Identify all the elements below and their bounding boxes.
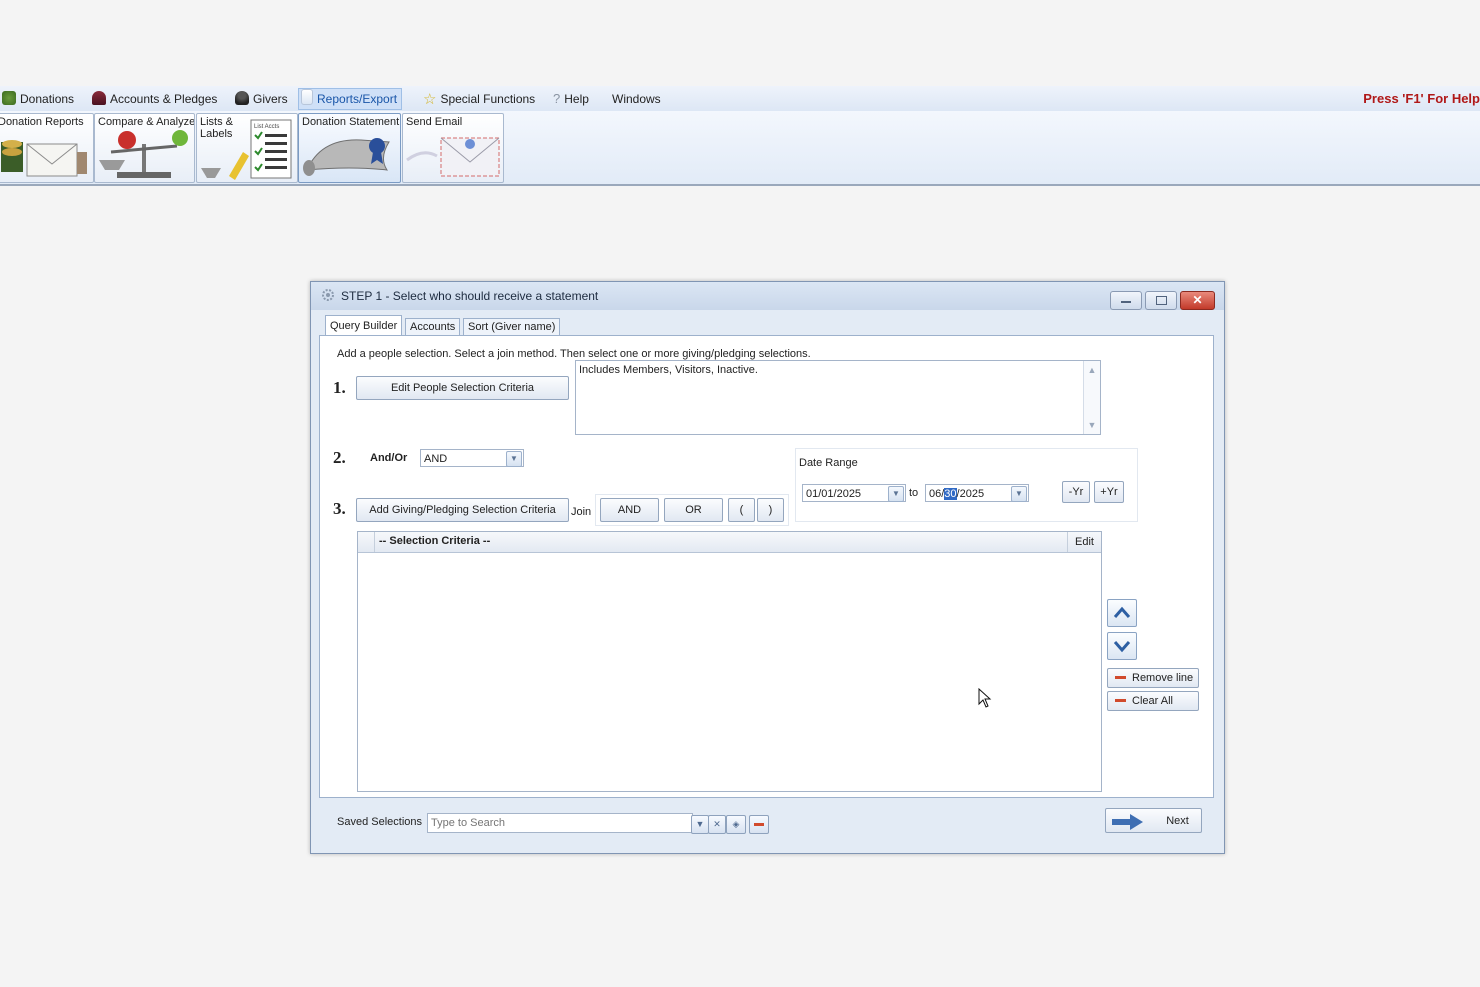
close-paren-button[interactable]: ) xyxy=(757,498,784,522)
donations-icon xyxy=(2,91,16,105)
grid-row-selector[interactable] xyxy=(358,532,375,552)
edit-people-selection-button[interactable]: Edit People Selection Criteria xyxy=(356,376,569,400)
piggy-bank-icon xyxy=(92,91,106,105)
add-giving-pledging-button[interactable]: Add Giving/Pledging Selection Criteria xyxy=(356,498,569,522)
menu-windows[interactable]: Windows xyxy=(612,90,661,108)
scroll-up-icon[interactable]: ▲ xyxy=(1087,365,1097,375)
date-range-group: Date Range 01/01/2025 ▼ to 06/30/2025 ▼ … xyxy=(795,448,1138,522)
envelope-coins-icon xyxy=(1,140,87,177)
menu-givers[interactable]: Givers xyxy=(235,90,288,108)
star-icon: ☆ xyxy=(423,91,437,108)
x-icon: ✕ xyxy=(713,819,721,829)
toolbar-send-email[interactable]: Send Email xyxy=(402,113,504,183)
saved-delete-button[interactable] xyxy=(749,815,769,834)
tab-query-builder[interactable]: Query Builder xyxy=(325,315,403,337)
dialog-title: STEP 1 - Select who should receive a sta… xyxy=(341,289,599,303)
chevron-up-icon xyxy=(1113,606,1131,618)
people-selection-summary: Includes Members, Visitors, Inactive. ▲ … xyxy=(575,360,1101,435)
saved-save-button[interactable]: ◈ xyxy=(726,815,746,834)
arrow-right-icon xyxy=(1112,814,1143,830)
person-icon xyxy=(235,91,249,105)
grid-header: -- Selection Criteria -- Edit xyxy=(358,532,1101,553)
calendar-dropdown-icon[interactable]: ▼ xyxy=(888,486,904,502)
scroll-certificate-icon xyxy=(303,138,390,176)
remove-line-button[interactable]: Remove line xyxy=(1107,668,1199,688)
gear-icon xyxy=(322,289,334,301)
saved-clear-button[interactable]: ✕ xyxy=(708,815,726,834)
scroll-down-icon[interactable]: ▼ xyxy=(1087,420,1097,430)
chevron-down-icon xyxy=(1113,641,1131,653)
menu-accounts-pledges[interactable]: Accounts & Pledges xyxy=(92,90,217,108)
query-builder-panel: Add a people selection. Select a join me… xyxy=(319,335,1214,798)
selection-criteria-grid[interactable]: -- Selection Criteria -- Edit xyxy=(357,531,1102,792)
join-and-button[interactable]: AND xyxy=(600,498,659,522)
and-or-label: And/Or xyxy=(370,452,408,464)
f1-help-hint: Press 'F1' For Help xyxy=(1363,91,1480,106)
list-labels-icon: List Accts xyxy=(201,119,292,180)
question-icon: ? xyxy=(553,91,561,106)
summary-scrollbar[interactable]: ▲ ▼ xyxy=(1083,361,1100,434)
grid-column-edit[interactable]: Edit xyxy=(1067,532,1101,552)
maximize-button[interactable] xyxy=(1145,291,1177,310)
minus-icon xyxy=(1115,699,1126,702)
toolbar-donation-statement[interactable]: Donation Statement xyxy=(298,113,401,183)
tab-accounts[interactable]: Accounts xyxy=(405,318,461,336)
minus-icon xyxy=(754,823,764,826)
move-down-button[interactable] xyxy=(1107,632,1137,660)
minus-icon xyxy=(1115,676,1126,679)
email-envelope-icon xyxy=(406,137,500,177)
minus-year-button[interactable]: -Yr xyxy=(1062,481,1090,503)
minimize-button[interactable] xyxy=(1110,291,1142,310)
and-or-select[interactable]: AND ▼ xyxy=(420,449,524,467)
toolbar-donation-reports[interactable]: Donation Reports xyxy=(0,113,94,183)
date-to-field[interactable]: 06/30/2025 ▼ xyxy=(925,484,1029,502)
join-label: Join xyxy=(571,506,592,518)
statement-dialog: STEP 1 - Select who should receive a sta… xyxy=(310,281,1225,854)
move-up-button[interactable] xyxy=(1107,599,1137,627)
report-icon xyxy=(301,89,313,105)
toolbar: Donation Reports Compare & Analyze Lists… xyxy=(0,111,1480,186)
dialog-title-bar[interactable]: STEP 1 - Select who should receive a sta… xyxy=(311,282,1224,310)
selected-day: 30 xyxy=(944,488,957,500)
saved-selections-label: Saved Selections xyxy=(337,816,422,828)
close-button[interactable]: ✕ xyxy=(1180,291,1215,310)
plus-year-button[interactable]: +Yr xyxy=(1094,481,1124,503)
step-1-label: 1. xyxy=(333,378,346,397)
save-diamond-icon: ◈ xyxy=(732,819,740,829)
calendar-dropdown-icon[interactable]: ▼ xyxy=(1011,486,1027,502)
close-icon: ✕ xyxy=(1192,293,1203,307)
date-range-title: Date Range xyxy=(799,457,858,469)
join-or-button[interactable]: OR xyxy=(664,498,723,522)
saved-selections-search[interactable] xyxy=(427,813,693,833)
minimize-icon xyxy=(1121,301,1131,303)
clear-all-button[interactable]: Clear All xyxy=(1107,691,1199,711)
mouse-pointer-icon xyxy=(978,688,992,708)
step-2-label: 2. xyxy=(333,448,346,467)
toolbar-compare-analyze[interactable]: Compare & Analyze xyxy=(94,113,195,183)
menu-reports-export[interactable]: Reports/Export xyxy=(298,88,403,110)
toolbar-lists-labels[interactable]: Lists & Labels List Accts xyxy=(196,113,298,183)
saved-dropdown-button[interactable]: ▼ xyxy=(691,815,709,834)
grid-column-selection-criteria: -- Selection Criteria -- xyxy=(379,535,491,547)
date-from-field[interactable]: 01/01/2025 ▼ xyxy=(802,484,906,502)
menu-bar: Donations Accounts & Pledges Givers Repo… xyxy=(0,86,1480,112)
open-paren-button[interactable]: ( xyxy=(728,498,755,522)
balance-scale-icon xyxy=(99,130,188,178)
step-3-label: 3. xyxy=(333,499,346,518)
tab-sort-giver-name[interactable]: Sort (Giver name) xyxy=(463,318,561,336)
menu-donations[interactable]: Donations xyxy=(2,90,74,108)
menu-help[interactable]: ? Help xyxy=(553,90,589,108)
chevron-down-icon: ▼ xyxy=(695,819,705,829)
list-accts-tag: List Accts xyxy=(254,124,279,130)
instructions-text: Add a people selection. Select a join me… xyxy=(337,348,811,360)
date-to-label: to xyxy=(909,487,919,499)
maximize-icon xyxy=(1156,296,1167,305)
next-button[interactable]: Next xyxy=(1105,808,1202,833)
menu-special-functions[interactable]: ☆ Special Functions xyxy=(423,90,535,108)
chevron-down-icon[interactable]: ▼ xyxy=(506,451,522,467)
